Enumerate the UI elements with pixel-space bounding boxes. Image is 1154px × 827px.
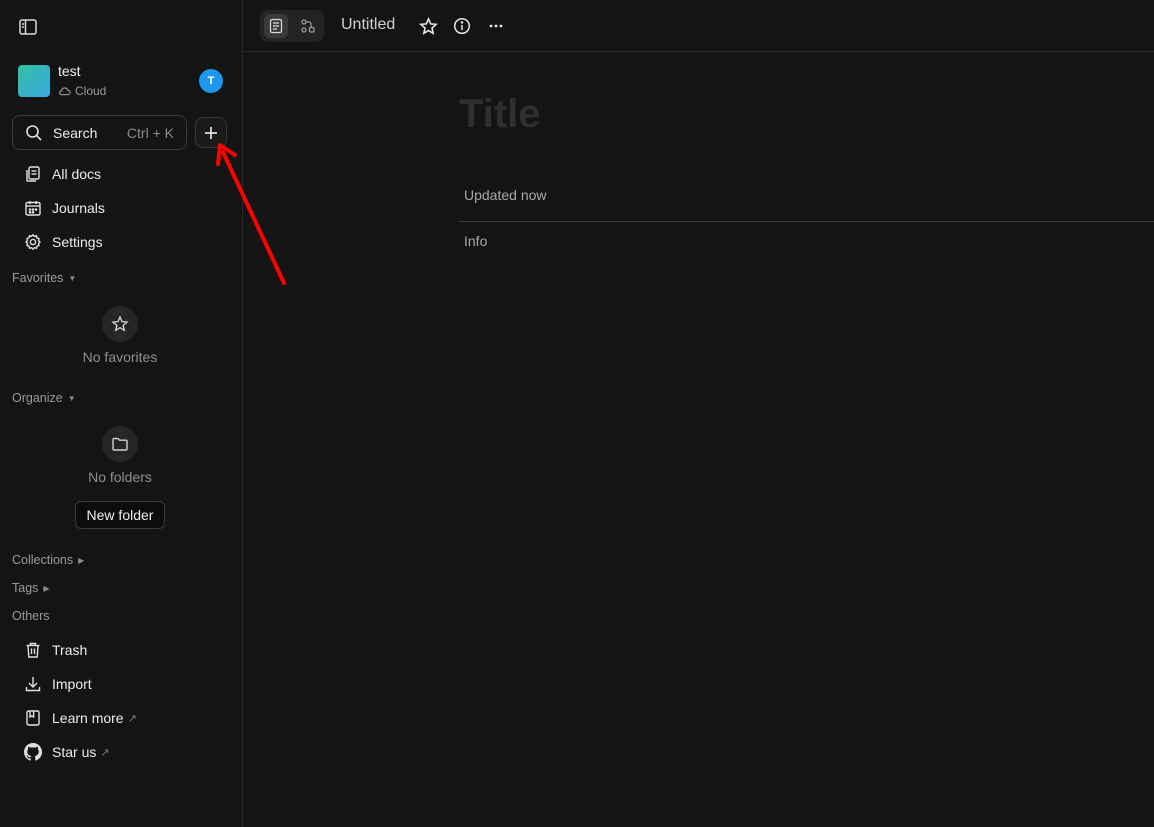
nav-import[interactable]: Import — [24, 672, 92, 696]
gear-icon — [24, 233, 42, 251]
collections-section-toggle[interactable]: Collections ▶ — [12, 553, 84, 567]
favorites-empty-text: No favorites — [82, 349, 158, 365]
nav-all-docs-label: All docs — [52, 166, 102, 182]
page-mode-icon[interactable] — [264, 14, 288, 38]
cloud-icon — [59, 87, 71, 96]
editor-mode-switch — [260, 10, 324, 42]
workspace-type: Cloud — [58, 84, 106, 98]
chevron-down-icon: ▼ — [68, 273, 77, 283]
new-doc-button[interactable] — [195, 117, 227, 148]
organize-title: Organize — [12, 391, 63, 405]
search-icon — [26, 124, 42, 141]
nav-journals-label: Journals — [52, 200, 105, 216]
info-icon[interactable] — [450, 14, 474, 38]
search-button[interactable]: Search Ctrl + K — [12, 115, 187, 150]
calendar-icon — [25, 201, 41, 216]
favorites-title: Favorites — [12, 271, 64, 285]
tags-title: Tags — [12, 581, 39, 595]
nav-learn-more-label: Learn more — [52, 710, 124, 726]
nav-star-us[interactable]: Star us ↗ — [24, 740, 110, 764]
nav-journals[interactable]: Journals — [24, 196, 105, 220]
all-docs-icon — [26, 166, 40, 182]
doc-header: Untitled — [244, 0, 1154, 52]
more-horizontal-icon[interactable] — [484, 14, 508, 38]
chevron-right-icon: ▶ — [78, 555, 85, 565]
nav-learn-more[interactable]: Learn more ↗ — [24, 706, 137, 730]
tags-section-toggle[interactable]: Tags ▶ — [12, 581, 50, 595]
favorites-section-toggle[interactable]: Favorites ▼ — [12, 271, 76, 285]
doc-divider — [458, 221, 1154, 222]
github-icon — [24, 743, 42, 761]
plus-icon — [205, 126, 217, 139]
sidebar: test Cloud T Search Ctrl + K All docs Jo… — [0, 0, 243, 827]
external-link-icon: ↗ — [127, 712, 137, 725]
nav-star-us-label: Star us — [52, 744, 97, 760]
search-label: Search — [53, 124, 98, 141]
workspace-type-label: Cloud — [75, 84, 107, 98]
book-icon — [26, 710, 40, 726]
nav-import-label: Import — [52, 676, 92, 692]
folders-empty-text: No folders — [88, 469, 152, 485]
doc-updated: Updated now — [464, 187, 547, 203]
user-avatar[interactable]: T — [199, 69, 223, 93]
doc-title-placeholder[interactable]: Title — [459, 92, 541, 137]
nav-trash[interactable]: Trash — [24, 638, 87, 662]
external-link-icon: ↗ — [100, 746, 110, 759]
doc-title[interactable]: Untitled — [341, 16, 395, 34]
doc-info-toggle[interactable]: Info — [464, 233, 487, 249]
new-folder-button[interactable]: New folder — [75, 501, 165, 529]
nav-settings-label: Settings — [52, 234, 103, 250]
search-shortcut: Ctrl + K — [126, 124, 174, 141]
chevron-down-icon: ▼ — [67, 393, 76, 403]
chevron-right-icon: ▶ — [43, 583, 50, 593]
collections-title: Collections — [12, 553, 74, 567]
organize-section-toggle[interactable]: Organize ▼ — [12, 391, 76, 405]
others-section-title: Others — [12, 609, 50, 623]
folder-icon — [102, 426, 138, 462]
nav-trash-label: Trash — [52, 642, 88, 658]
star-icon[interactable] — [416, 14, 440, 38]
star-icon — [102, 306, 138, 342]
sidebar-toggle-icon[interactable] — [16, 15, 40, 39]
workspace-avatar[interactable] — [18, 65, 50, 97]
main-area: Untitled Title Updated now Info — [244, 0, 1154, 827]
download-icon — [25, 677, 41, 692]
trash-icon — [26, 642, 40, 658]
nav-settings[interactable]: Settings — [24, 230, 103, 254]
nav-all-docs[interactable]: All docs — [24, 162, 101, 186]
workspace-name[interactable]: test — [58, 63, 81, 79]
edgeless-mode-icon[interactable] — [296, 14, 320, 38]
others-title: Others — [12, 609, 50, 623]
